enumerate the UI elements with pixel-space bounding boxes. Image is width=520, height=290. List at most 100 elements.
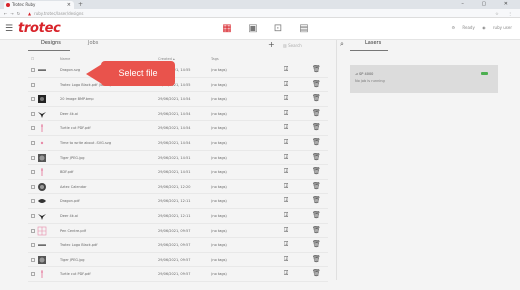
table-row[interactable]: Turtle cut PDF.pdf 29/06/2021, 14:54 (no t…: [28, 121, 328, 136]
file-name[interactable]: Deer 4k.ai: [60, 112, 150, 116]
user-icon[interactable]: ◉: [482, 25, 486, 30]
file-name[interactable]: Tiger JPEG.jpg: [60, 258, 150, 262]
delete-icon[interactable]: 🗑: [312, 196, 321, 204]
table-row[interactable]: Trotec Logo Black.pdf (lower) 29/06/2021,…: [28, 78, 328, 93]
send-to-laser-icon[interactable]: ⍗: [284, 123, 288, 132]
send-to-laser-icon[interactable]: ⍗: [284, 80, 288, 89]
designs-icon[interactable]: ▦: [221, 23, 233, 35]
table-row[interactable]: Aztec Calendar 29/06/2021, 12:20 (no tags)…: [28, 180, 328, 195]
filter-icon[interactable]: ▥: [283, 43, 287, 48]
file-name[interactable]: Deer 4k.ai: [60, 214, 150, 218]
file-name[interactable]: Tiger JPEG.jpg: [60, 156, 150, 160]
row-checkbox[interactable]: [31, 243, 35, 248]
send-to-laser-icon[interactable]: ⍗: [284, 138, 288, 147]
table-row[interactable]: 20 Image BMP.bmp 29/06/2021, 14:54 (no tag…: [28, 92, 328, 107]
table-row[interactable]: Dragon.svg29/06/2021, 14:55(no tags)⍗🗑: [28, 63, 328, 78]
tab-jobs[interactable]: Jobs: [88, 40, 98, 46]
laser-icon[interactable]: ⊡: [272, 23, 284, 35]
delete-icon[interactable]: 🗑: [312, 211, 321, 219]
file-name[interactable]: Aztec Calendar: [60, 185, 150, 189]
settings-icon[interactable]: ⚙: [452, 25, 456, 30]
send-to-laser-icon[interactable]: ⍗: [284, 196, 288, 205]
send-to-laser-icon[interactable]: ⍗: [284, 226, 288, 235]
table-row[interactable]: Tiger JPEG.jpg 29/06/2021, 14:51 (no tags)…: [28, 151, 328, 166]
layers-icon[interactable]: ▣: [247, 23, 259, 35]
file-name[interactable]: 20 Image BMP.bmp: [60, 97, 150, 101]
send-to-laser-icon[interactable]: ⍗: [284, 167, 288, 176]
hamburger-menu-icon[interactable]: ☰: [5, 24, 13, 34]
window-controls[interactable]: – ▢ ✕: [461, 0, 516, 9]
send-to-laser-icon[interactable]: ⍗: [284, 240, 288, 249]
file-name[interactable]: Pen Centre.pdf: [60, 229, 150, 233]
new-tab-icon[interactable]: +: [78, 0, 83, 9]
lasers-title[interactable]: Lasers: [365, 40, 500, 46]
delete-icon[interactable]: 🗑: [312, 65, 321, 73]
table-row[interactable]: BDF.pdf 29/06/2021, 14:51 (no tags) ⍗ 🗑: [28, 165, 328, 180]
add-icon[interactable]: +: [268, 40, 275, 49]
send-to-laser-icon[interactable]: ⍗: [284, 109, 288, 118]
browser-tab[interactable]: Trotec Ruby ×: [4, 1, 74, 9]
laser-card[interactable]: ⊿ SP 4000 No job is running: [350, 65, 498, 93]
file-name[interactable]: Time to write about .SVG.svg: [60, 141, 150, 145]
table-row[interactable]: Turtle cut PDF.pdf 29/06/2021, 09:57 (no t…: [28, 267, 328, 282]
file-name[interactable]: BDF.pdf: [60, 170, 150, 174]
file-name[interactable]: Trotec Logo Black.pdf: [60, 243, 150, 247]
delete-icon[interactable]: 🗑: [312, 109, 321, 117]
table-row[interactable]: Deer 4k.ai 29/06/2021, 12:11 (no tags) ⍗ 🗑: [28, 209, 328, 224]
row-checkbox[interactable]: [31, 228, 35, 233]
send-to-laser-icon[interactable]: ⍗: [284, 94, 288, 103]
address-bar: ←→↻ ▲ ruby.trotec/laser/designs ☆ ⋮: [0, 9, 520, 18]
tab-designs[interactable]: Designs: [41, 40, 61, 46]
delete-icon[interactable]: 🗑: [312, 240, 321, 248]
row-checkbox[interactable]: [31, 126, 35, 131]
delete-icon[interactable]: 🗑: [312, 138, 321, 146]
send-to-laser-icon[interactable]: ⍗: [284, 182, 288, 191]
table-row[interactable]: Deer 4k.ai 29/06/2021, 14:54 (no tags) ⍗ 🗑: [28, 107, 328, 122]
delete-icon[interactable]: 🗑: [312, 269, 321, 277]
url-field[interactable]: ▲ ruby.trotec/laser/designs: [28, 10, 228, 17]
row-checkbox[interactable]: [31, 111, 35, 116]
row-checkbox[interactable]: [31, 82, 35, 87]
table-row[interactable]: Trotec Logo Black.pdf 29/06/2021, 09:57 (n…: [28, 238, 328, 253]
file-name[interactable]: Turtle cut PDF.pdf: [60, 272, 150, 276]
send-to-laser-icon[interactable]: ⍗: [284, 153, 288, 162]
send-to-laser-icon[interactable]: ⍗: [284, 65, 288, 74]
user-name[interactable]: ruby user: [493, 25, 512, 30]
row-checkbox[interactable]: [31, 272, 35, 277]
delete-icon[interactable]: 🗑: [312, 80, 321, 88]
row-checkbox[interactable]: [31, 68, 35, 72]
table-row[interactable]: Tiger JPEG.jpg 29/06/2021, 09:57 (no tags)…: [28, 253, 328, 268]
delete-icon[interactable]: 🗑: [312, 153, 321, 161]
delete-icon[interactable]: 🗑: [312, 255, 321, 263]
browser-menu-icon[interactable]: ☆ ⋮: [495, 9, 516, 18]
search-input[interactable]: ▥ Search: [283, 43, 302, 48]
row-checkbox[interactable]: [31, 257, 35, 262]
table-row[interactable]: Pen Centre.pdf 29/06/2021, 09:57 (no tags)…: [28, 224, 328, 239]
row-checkbox[interactable]: [31, 184, 35, 189]
select-all-checkbox[interactable]: ☐: [31, 57, 34, 61]
send-to-laser-icon[interactable]: ⍗: [284, 255, 288, 264]
row-checkbox[interactable]: [31, 97, 35, 102]
column-header-tags[interactable]: Tags: [211, 57, 219, 61]
table-row[interactable]: Time to write about .SVG.svg 29/06/2021, …: [28, 136, 328, 151]
table-row[interactable]: Dragon.pdf 29/06/2021, 12:11 (no tags) ⍗ 🗑: [28, 194, 328, 209]
delete-icon[interactable]: 🗑: [312, 94, 321, 102]
file-name[interactable]: Turtle cut PDF.pdf: [60, 126, 150, 130]
delete-icon[interactable]: 🗑: [312, 226, 321, 234]
file-name[interactable]: Dragon.pdf: [60, 199, 150, 203]
row-checkbox[interactable]: [31, 140, 35, 145]
send-to-laser-icon[interactable]: ⍗: [284, 211, 288, 220]
row-checkbox[interactable]: [31, 199, 35, 204]
delete-icon[interactable]: 🗑: [312, 123, 321, 131]
close-tab-icon[interactable]: ×: [67, 1, 71, 9]
column-header-name[interactable]: Name: [60, 57, 70, 61]
row-checkbox[interactable]: [31, 155, 35, 160]
nav-buttons[interactable]: ←→↻: [4, 9, 23, 18]
row-checkbox[interactable]: [31, 170, 35, 175]
send-to-laser-icon[interactable]: ⍗: [284, 269, 288, 278]
search-icon[interactable]: ⌕: [340, 40, 344, 49]
row-checkbox[interactable]: [31, 213, 35, 218]
delete-icon[interactable]: 🗑: [312, 182, 321, 190]
delete-icon[interactable]: 🗑: [312, 167, 321, 175]
library-icon[interactable]: ▤: [298, 23, 310, 35]
